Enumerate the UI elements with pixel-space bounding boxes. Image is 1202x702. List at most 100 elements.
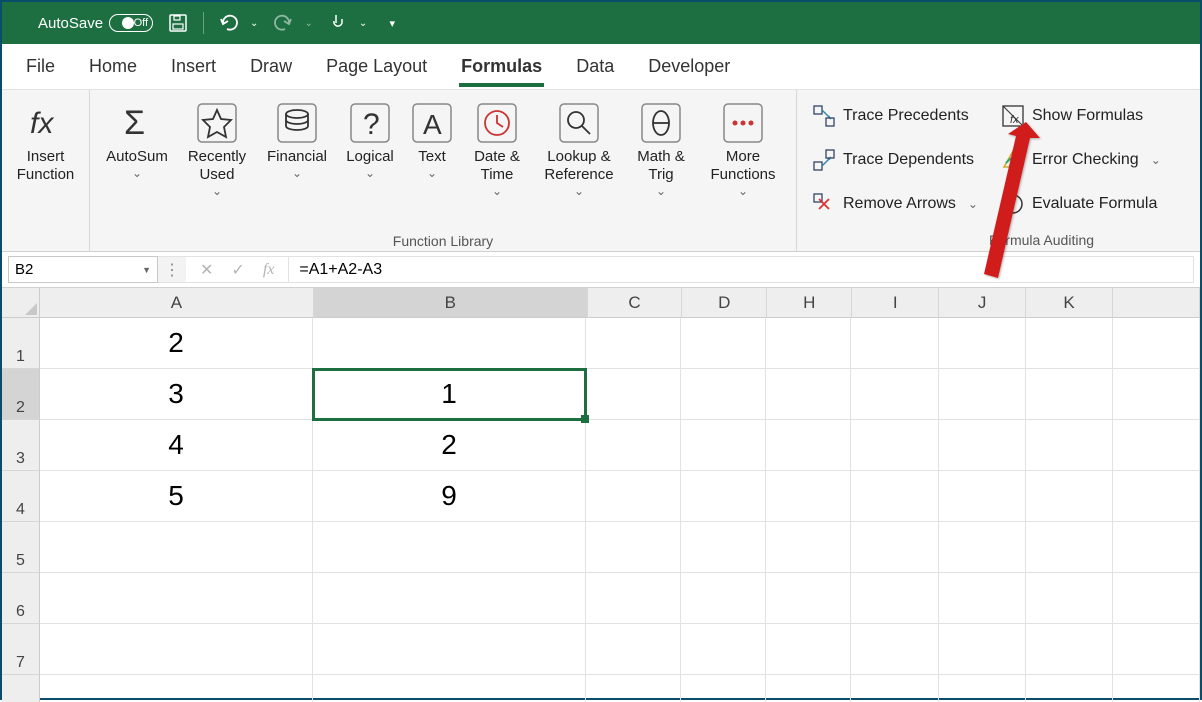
cell-I5[interactable]: [851, 522, 938, 573]
cell-D5[interactable]: [681, 522, 766, 573]
cell-5[interactable]: [1113, 522, 1200, 573]
cell-D8[interactable]: [681, 675, 766, 702]
cell-K2[interactable]: [1026, 369, 1113, 420]
cell-J5[interactable]: [939, 522, 1026, 573]
col-header-K[interactable]: K: [1026, 288, 1113, 318]
remove-arrows-button[interactable]: Remove Arrows⌄: [813, 186, 978, 222]
cell-I2[interactable]: [851, 369, 938, 420]
cell-D4[interactable]: [681, 471, 766, 522]
cell-H7[interactable]: [766, 624, 851, 675]
text-button[interactable]: AText⌄: [404, 94, 460, 230]
date-time-button[interactable]: Date &Time⌄: [462, 94, 532, 230]
spreadsheet-grid[interactable]: ABCDHIJK 12345678 2314259: [2, 288, 1200, 702]
cell-K5[interactable]: [1026, 522, 1113, 573]
cell-J3[interactable]: [939, 420, 1026, 471]
cell-7[interactable]: [1113, 624, 1200, 675]
cell-C3[interactable]: [586, 420, 681, 471]
cell-C7[interactable]: [586, 624, 681, 675]
cell-K8[interactable]: [1026, 675, 1113, 702]
cell-I8[interactable]: [851, 675, 938, 702]
enter-icon[interactable]: ✓: [231, 260, 244, 280]
cell-1[interactable]: [1113, 318, 1200, 369]
cell-D6[interactable]: [681, 573, 766, 624]
cell-C4[interactable]: [586, 471, 681, 522]
math-trig-button[interactable]: Math &Trig⌄: [626, 94, 696, 230]
tab-page-layout[interactable]: Page Layout: [324, 48, 429, 85]
row-header-5[interactable]: 5: [2, 522, 40, 573]
row-header-3[interactable]: 3: [2, 420, 40, 471]
tab-formulas[interactable]: Formulas: [459, 48, 544, 85]
cancel-icon[interactable]: ✕: [200, 260, 213, 280]
col-header-extra[interactable]: [1113, 288, 1200, 318]
cell-D1[interactable]: [681, 318, 766, 369]
cell-B4[interactable]: 9: [313, 471, 586, 522]
touch-mode-icon[interactable]: [327, 12, 349, 34]
cell-C5[interactable]: [586, 522, 681, 573]
autosave-toggle[interactable]: AutoSave Off: [38, 14, 153, 32]
cell-K3[interactable]: [1026, 420, 1113, 471]
tab-draw[interactable]: Draw: [248, 48, 294, 85]
cell-A3[interactable]: 4: [40, 420, 313, 471]
save-icon[interactable]: [167, 12, 189, 34]
more-functions-button[interactable]: MoreFunctions⌄: [698, 94, 788, 230]
show-formulas-button[interactable]: fxShow Formulas: [1002, 98, 1161, 134]
col-header-A[interactable]: A: [40, 288, 314, 318]
cell-D2[interactable]: [681, 369, 766, 420]
cell-I6[interactable]: [851, 573, 938, 624]
cell-B7[interactable]: [313, 624, 586, 675]
cell-J4[interactable]: [939, 471, 1026, 522]
cell-B5[interactable]: [313, 522, 586, 573]
cell-I4[interactable]: [851, 471, 938, 522]
fx-small-icon[interactable]: fx: [263, 261, 275, 279]
cell-2[interactable]: [1113, 369, 1200, 420]
tab-developer[interactable]: Developer: [646, 48, 732, 85]
cell-H3[interactable]: [766, 420, 851, 471]
toggle-switch[interactable]: Off: [109, 14, 153, 32]
col-header-J[interactable]: J: [939, 288, 1026, 318]
cell-J6[interactable]: [939, 573, 1026, 624]
cell-K4[interactable]: [1026, 471, 1113, 522]
logical-button[interactable]: ?Logical⌄: [338, 94, 402, 230]
cell-4[interactable]: [1113, 471, 1200, 522]
cell-A7[interactable]: [40, 624, 313, 675]
name-box[interactable]: B2 ▼: [8, 256, 158, 283]
cell-6[interactable]: [1113, 573, 1200, 624]
trace-dependents-button[interactable]: Trace Dependents: [813, 142, 978, 178]
cell-3[interactable]: [1113, 420, 1200, 471]
col-header-H[interactable]: H: [767, 288, 852, 318]
error-checking-button[interactable]: !Error Checking⌄: [1002, 142, 1161, 178]
cell-A5[interactable]: [40, 522, 313, 573]
cell-C6[interactable]: [586, 573, 681, 624]
row-header-1[interactable]: 1: [2, 318, 40, 369]
cell-H1[interactable]: [766, 318, 851, 369]
evaluate-formula-button[interactable]: fxEvaluate Formula: [1002, 186, 1161, 222]
col-header-B[interactable]: B: [314, 288, 588, 318]
cell-A6[interactable]: [40, 573, 313, 624]
cell-D3[interactable]: [681, 420, 766, 471]
lookup-reference-button[interactable]: Lookup &Reference⌄: [534, 94, 624, 230]
formula-input[interactable]: =A1+A2-A3: [288, 256, 1194, 283]
cell-B3[interactable]: 2: [313, 420, 586, 471]
cell-B6[interactable]: [313, 573, 586, 624]
cells-area[interactable]: 2314259: [40, 318, 1200, 702]
tab-home[interactable]: Home: [87, 48, 139, 85]
cell-B1[interactable]: [313, 318, 586, 369]
autosum-button[interactable]: ΣAutoSum⌄: [98, 94, 176, 230]
row-header-2[interactable]: 2: [2, 369, 40, 420]
cell-C2[interactable]: [586, 369, 681, 420]
cell-A2[interactable]: 3: [40, 369, 313, 420]
tab-insert[interactable]: Insert: [169, 48, 218, 85]
cell-J1[interactable]: [939, 318, 1026, 369]
cell-J2[interactable]: [939, 369, 1026, 420]
col-header-C[interactable]: C: [588, 288, 682, 318]
cell-H8[interactable]: [766, 675, 851, 702]
cell-K6[interactable]: [1026, 573, 1113, 624]
cell-H2[interactable]: [766, 369, 851, 420]
cell-I7[interactable]: [851, 624, 938, 675]
tab-file[interactable]: File: [24, 48, 57, 85]
undo-icon[interactable]: [218, 12, 240, 34]
cell-J7[interactable]: [939, 624, 1026, 675]
cell-C1[interactable]: [586, 318, 681, 369]
cell-H6[interactable]: [766, 573, 851, 624]
trace-precedents-button[interactable]: Trace Precedents: [813, 98, 978, 134]
